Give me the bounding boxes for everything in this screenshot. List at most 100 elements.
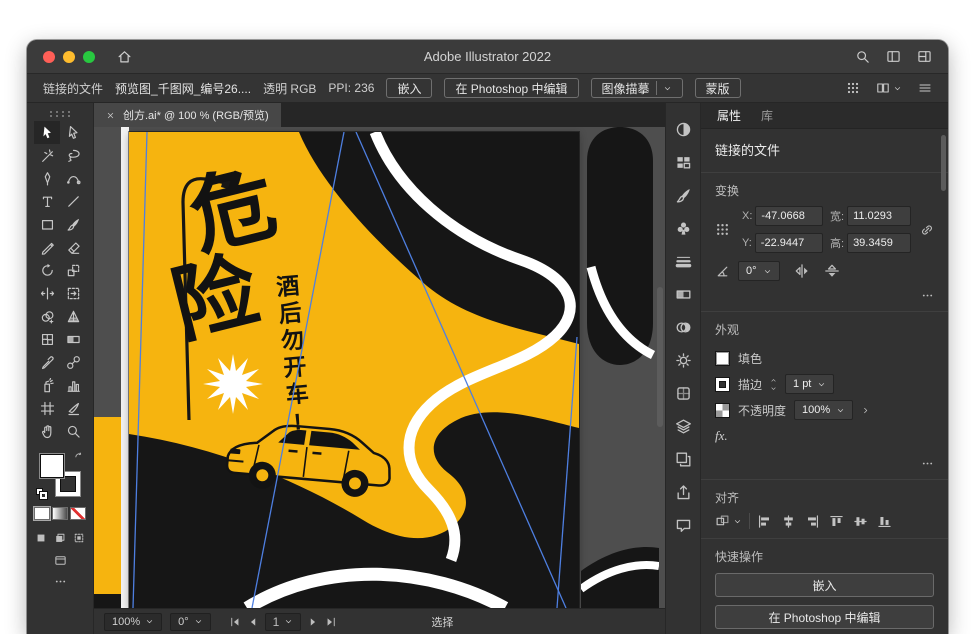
- linked-filename[interactable]: 预览图_千图网_编号26....: [115, 80, 251, 97]
- search-icon[interactable]: [855, 49, 870, 64]
- artboard-tool[interactable]: [34, 397, 60, 420]
- pen-tool[interactable]: [34, 167, 60, 190]
- mask-button[interactable]: 蒙版: [695, 78, 741, 98]
- fill-color-swatch[interactable]: [40, 454, 64, 478]
- document-tab[interactable]: 创方.ai* @ 100 % (RGB/预览): [94, 103, 281, 127]
- quick-embed-button[interactable]: 嵌入: [715, 573, 934, 597]
- screen-mode-icon[interactable]: [54, 554, 67, 567]
- canvas-scrollbar[interactable]: [657, 287, 663, 427]
- stroke-swatch[interactable]: [715, 377, 730, 392]
- stroke-label[interactable]: 描边: [738, 376, 762, 393]
- close-tab-icon[interactable]: [106, 111, 115, 120]
- symbols-panel-button[interactable]: [665, 212, 701, 245]
- width-tool[interactable]: [34, 282, 60, 305]
- more-options-icon[interactable]: [921, 457, 934, 470]
- align-bottom-button[interactable]: [877, 514, 892, 529]
- shape-builder-tool[interactable]: [34, 305, 60, 328]
- chevron-down-icon[interactable]: [663, 84, 672, 93]
- draw-behind-icon[interactable]: [52, 530, 68, 545]
- zoom-level-select[interactable]: 100%: [104, 613, 162, 631]
- height-field[interactable]: 高: 39.3459: [830, 233, 911, 253]
- fill-swatch[interactable]: [715, 351, 730, 366]
- artboard[interactable]: 危 险 酒后勿开车!: [129, 132, 579, 608]
- more-options-icon[interactable]: [921, 289, 934, 302]
- swatches-panel-button[interactable]: [665, 146, 701, 179]
- eyedropper-tool[interactable]: [34, 351, 60, 374]
- height-input[interactable]: 39.3459: [847, 233, 911, 253]
- opacity-select[interactable]: 100%: [794, 400, 853, 420]
- perspective-grid-tool[interactable]: [60, 305, 86, 328]
- edit-in-photoshop-button[interactable]: 在 Photoshop 中编辑: [444, 78, 578, 98]
- fx-button[interactable]: fx.: [715, 426, 728, 446]
- align-left-button[interactable]: [757, 514, 772, 529]
- appearance-panel-button[interactable]: [665, 344, 701, 377]
- hand-tool[interactable]: [34, 420, 60, 443]
- edit-toolbar-icon[interactable]: [54, 575, 67, 588]
- constrain-proportions-icon[interactable]: [920, 223, 934, 237]
- quick-edit-in-photoshop-button[interactable]: 在 Photoshop 中编辑: [715, 605, 934, 629]
- chevron-up-icon[interactable]: [770, 377, 777, 384]
- chevron-down-icon[interactable]: [893, 84, 902, 93]
- artboard-number-select[interactable]: 1: [265, 613, 302, 631]
- gradient-tool[interactable]: [60, 328, 86, 351]
- artboards-panel-button[interactable]: [665, 443, 701, 476]
- reference-point-icon[interactable]: [715, 222, 735, 237]
- align-center-h-button[interactable]: [781, 514, 796, 529]
- workspace-switcher-icon[interactable]: [886, 49, 901, 64]
- chevron-right-icon[interactable]: [861, 406, 870, 415]
- align-to-selection-button[interactable]: [715, 514, 742, 529]
- embed-button[interactable]: 嵌入: [386, 78, 432, 98]
- color-panel-button[interactable]: [665, 113, 701, 146]
- previous-artboard-icon[interactable]: [247, 616, 259, 628]
- tab-libraries[interactable]: 库: [761, 107, 773, 124]
- canvas[interactable]: 危 险 酒后勿开车!: [94, 127, 665, 608]
- none-button[interactable]: [70, 507, 86, 520]
- width-field[interactable]: 宽: 11.0293: [830, 206, 911, 226]
- panel-layout-icon[interactable]: [917, 49, 932, 64]
- column-graph-tool[interactable]: [60, 374, 86, 397]
- stroke-weight-stepper[interactable]: [770, 377, 777, 392]
- symbol-sprayer-tool[interactable]: [34, 374, 60, 397]
- home-icon[interactable]: [117, 49, 132, 64]
- type-tool[interactable]: [34, 190, 60, 213]
- image-trace-button[interactable]: 图像描摹: [591, 78, 683, 98]
- stroke-weight-select[interactable]: 1 pt: [785, 374, 834, 394]
- rectangle-tool[interactable]: [34, 213, 60, 236]
- comments-panel-button[interactable]: [665, 509, 701, 542]
- paintbrush-tool[interactable]: [60, 213, 86, 236]
- last-artboard-icon[interactable]: [325, 616, 337, 628]
- draw-inside-icon[interactable]: [71, 530, 87, 545]
- properties-scrollbar[interactable]: [941, 135, 946, 191]
- zoom-tool[interactable]: [60, 420, 86, 443]
- eraser-tool[interactable]: [60, 236, 86, 259]
- close-window-button[interactable]: [43, 51, 55, 63]
- touch-workspace-icon[interactable]: [846, 81, 860, 95]
- control-menu-icon[interactable]: [918, 81, 932, 95]
- blend-tool[interactable]: [60, 351, 86, 374]
- y-input[interactable]: -22.9447: [755, 233, 823, 253]
- rotation-angle-select[interactable]: 0°: [738, 261, 780, 281]
- x-input[interactable]: -47.0668: [755, 206, 823, 226]
- default-fill-stroke-icon[interactable]: [36, 488, 47, 499]
- zoom-window-button[interactable]: [83, 51, 95, 63]
- align-right-button[interactable]: [805, 514, 820, 529]
- line-segment-tool[interactable]: [60, 190, 86, 213]
- lasso-tool[interactable]: [60, 144, 86, 167]
- x-field[interactable]: X: -47.0668: [742, 206, 823, 226]
- tab-properties[interactable]: 属性: [717, 107, 741, 124]
- direct-selection-tool[interactable]: [60, 121, 86, 144]
- transparency-panel-button[interactable]: [665, 311, 701, 344]
- draw-normal-icon[interactable]: [33, 530, 49, 545]
- curvature-tool[interactable]: [60, 167, 86, 190]
- scale-tool[interactable]: [60, 259, 86, 282]
- color-button[interactable]: [34, 507, 50, 520]
- width-input[interactable]: 11.0293: [847, 206, 911, 226]
- slice-tool[interactable]: [60, 397, 86, 420]
- layers-panel-button[interactable]: [665, 410, 701, 443]
- mesh-tool[interactable]: [34, 328, 60, 351]
- chevron-down-icon[interactable]: [770, 385, 777, 392]
- toolbar-grip[interactable]: [50, 111, 52, 113]
- next-artboard-icon[interactable]: [307, 616, 319, 628]
- align-middle-v-button[interactable]: [853, 514, 868, 529]
- first-artboard-icon[interactable]: [229, 616, 241, 628]
